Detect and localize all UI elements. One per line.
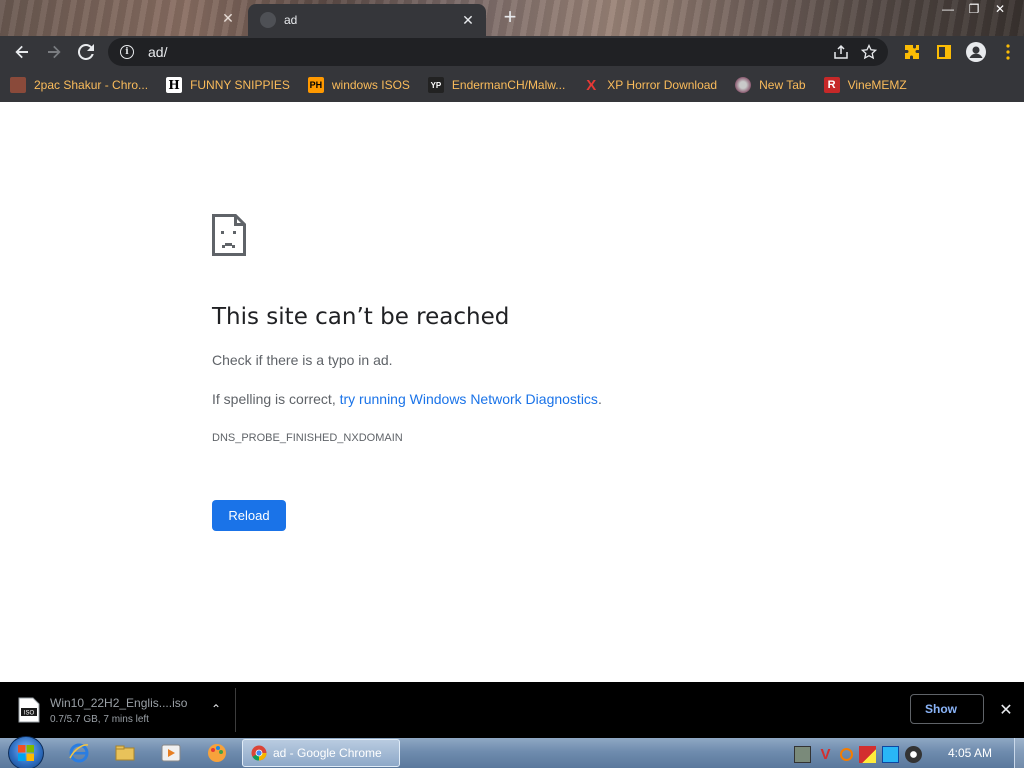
bookmark-star-icon[interactable] xyxy=(858,41,880,63)
paint-icon[interactable] xyxy=(206,742,228,764)
error-title: This site can’t be reached xyxy=(212,304,510,330)
taskbar: ad - Google Chrome V 4:05 AM xyxy=(0,736,1024,768)
reload-button[interactable] xyxy=(70,38,102,66)
download-text: Win10_22H2_Englis....iso 0.7/5.7 GB, 7 m… xyxy=(50,696,187,725)
clock[interactable]: 4:05 AM xyxy=(948,746,992,760)
tray-search-icon[interactable] xyxy=(840,747,853,761)
tab-inactive[interactable]: ✕ xyxy=(0,2,246,34)
puzzle-icon xyxy=(905,45,919,59)
forward-button[interactable] xyxy=(38,38,70,66)
tab-strip: ✕ ad ✕ + — ❐ ✕ xyxy=(0,0,1024,36)
bookmark-label: VineMEMZ xyxy=(847,78,907,92)
site-info-icon[interactable]: i xyxy=(120,45,134,59)
taskbar-chrome-label: ad - Google Chrome xyxy=(273,746,382,760)
tray-v-icon[interactable]: V xyxy=(817,746,834,763)
close-tab-icon[interactable]: ✕ xyxy=(218,8,238,28)
back-button[interactable] xyxy=(6,38,38,66)
download-status: 0.7/5.7 GB, 7 mins left xyxy=(50,713,149,725)
omnibox-actions xyxy=(830,38,880,66)
avatar-icon xyxy=(966,42,986,62)
flag-icon[interactable] xyxy=(859,745,876,763)
download-item[interactable]: ISO Win10_22H2_Englis....iso 0.7/5.7 GB,… xyxy=(10,688,236,732)
side-panel-button[interactable] xyxy=(928,38,960,66)
diagnostics-suffix: . xyxy=(597,391,602,407)
toolbar-right xyxy=(896,36,1024,68)
windows-logo-icon xyxy=(18,745,34,761)
menu-button[interactable] xyxy=(992,38,1024,66)
2pac-icon xyxy=(10,77,26,93)
close-tab-icon[interactable]: ✕ xyxy=(458,10,478,30)
extensions-button[interactable] xyxy=(896,38,928,66)
network-diagnostics-link[interactable]: try running Windows Network Diagnostics xyxy=(340,391,598,407)
bookmark-windows-isos[interactable]: PH windows ISOS xyxy=(307,77,410,93)
ph-icon: PH xyxy=(307,77,324,93)
bookmark-label: XP Horror Download xyxy=(607,78,718,92)
iso-file-icon: ISO xyxy=(18,697,40,723)
minimize-icon[interactable]: — xyxy=(935,0,961,18)
address-bar[interactable]: i ad/ xyxy=(108,38,888,66)
address-text: ad/ xyxy=(148,44,168,60)
side-panel-icon xyxy=(937,45,951,59)
sad-page-icon xyxy=(212,214,246,256)
svg-text:ISO: ISO xyxy=(24,711,35,717)
error-page: This site can’t be reached Check if ther… xyxy=(0,102,1024,682)
kebab-menu-icon xyxy=(1006,44,1010,60)
internet-explorer-icon[interactable] xyxy=(68,742,90,764)
bookmark-xp-horror[interactable]: X XP Horror Download xyxy=(583,76,718,94)
bookmark-vinememz[interactable]: R VineMEMZ xyxy=(823,77,907,93)
bookmark-label: New Tab xyxy=(759,78,806,92)
show-all-button[interactable]: Show xyxy=(910,694,984,724)
download-shelf: ISO Win10_22H2_Englis....iso 0.7/5.7 GB,… xyxy=(0,682,1024,738)
error-typo-hint: Check if there is a typo in ad. xyxy=(212,352,393,368)
tab-active[interactable]: ad ✕ xyxy=(248,4,486,36)
tab-favicon-icon xyxy=(260,12,276,28)
screen: ✕ ad ✕ + — ❐ ✕ i ad/ 2pac Shakur - Chro.… xyxy=(0,0,1024,768)
share-icon[interactable] xyxy=(830,41,852,63)
bookmark-endermanch[interactable]: YP EndermanCH/Malw... xyxy=(427,77,566,93)
chevron-up-icon[interactable]: ⌃ xyxy=(211,702,221,716)
bookmark-2pac[interactable]: 2pac Shakur - Chro... xyxy=(10,77,148,93)
file-explorer-icon[interactable] xyxy=(114,742,136,764)
show-desktop-button[interactable] xyxy=(1014,738,1024,768)
bookmark-label: FUNNY SNIPPIES xyxy=(190,78,290,92)
reload-icon xyxy=(78,44,94,60)
close-shelf-icon[interactable]: ✕ xyxy=(996,700,1016,720)
error-code: DNS_PROBE_FINISHED_NXDOMAIN xyxy=(212,432,403,444)
error-diagnostics-hint: If spelling is correct, try running Wind… xyxy=(212,391,602,407)
bookmark-label: windows ISOS xyxy=(331,78,410,92)
window-close-icon[interactable]: ✕ xyxy=(987,0,1013,18)
x-icon: X xyxy=(586,76,597,94)
new-tab-button[interactable]: + xyxy=(498,6,522,30)
bookmark-label: EndermanCH/Malw... xyxy=(451,78,566,92)
taskbar-chrome-button[interactable]: ad - Google Chrome xyxy=(242,739,400,767)
volume-icon[interactable] xyxy=(905,745,922,763)
download-file-name: Win10_22H2_Englis....iso xyxy=(50,695,188,710)
bookmark-funny-snippies[interactable]: H FUNNY SNIPPIES xyxy=(166,77,290,93)
network-icon[interactable] xyxy=(882,745,899,763)
r-icon: R xyxy=(823,77,840,93)
back-arrow-icon xyxy=(15,45,28,59)
bookmark-new-tab[interactable]: New Tab xyxy=(735,77,806,93)
tray-app-icon[interactable] xyxy=(794,745,811,763)
yp-icon: YP xyxy=(427,77,444,93)
profile-button[interactable] xyxy=(960,38,992,66)
forward-arrow-icon xyxy=(48,45,61,59)
toolbar: i ad/ xyxy=(0,36,1024,68)
bookmarks-bar: 2pac Shakur - Chro... H FUNNY SNIPPIES P… xyxy=(0,68,1024,102)
restore-icon[interactable]: ❐ xyxy=(961,0,987,18)
start-button[interactable] xyxy=(8,736,44,768)
h-icon: H xyxy=(166,77,183,93)
chrome-icon xyxy=(251,745,267,761)
newtab-icon xyxy=(735,77,752,93)
bookmark-label: 2pac Shakur - Chro... xyxy=(34,78,149,92)
reload-page-button[interactable]: Reload xyxy=(212,500,286,531)
system-tray: V xyxy=(794,744,922,764)
tab-title: ad xyxy=(284,13,298,27)
media-player-icon[interactable] xyxy=(160,742,182,764)
diagnostics-prefix: If spelling is correct, xyxy=(212,391,340,407)
